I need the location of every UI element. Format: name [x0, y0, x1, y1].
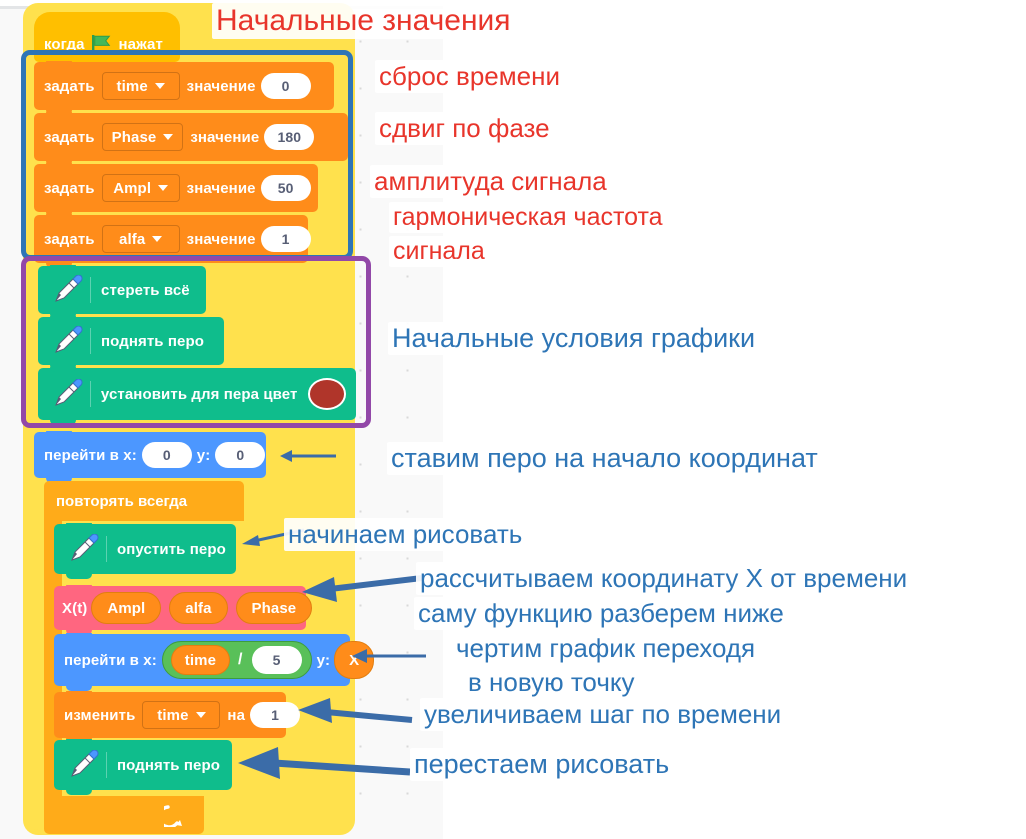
- arrow-to-goto-draw: [352, 649, 426, 663]
- operator-divide[interactable]: time / 5: [161, 641, 312, 679]
- variable-dropdown-time-change[interactable]: time: [142, 701, 221, 729]
- highlight-rect-graph-setup: [21, 256, 371, 428]
- divider: [106, 752, 107, 778]
- variable-name: time: [157, 706, 189, 724]
- divisor-input[interactable]: 5: [251, 646, 302, 674]
- argument-reporter-ampl[interactable]: Ampl: [91, 592, 162, 624]
- variable-block-change-time[interactable]: изменить time на 1: [54, 691, 301, 743]
- annotation-initial-graph-conditions: Начальные условия графики: [388, 322, 760, 355]
- custom-block-name: X(t): [62, 599, 88, 617]
- divide-symbol: /: [238, 651, 243, 668]
- arrow-to-custom-block: [302, 575, 423, 602]
- forever-label: повторять всегда: [56, 492, 188, 510]
- annotation-calc-x: рассчитываем координату X от времени: [416, 562, 912, 595]
- annotation-reset-time: сброс времени: [375, 60, 564, 93]
- annotation-phase-shift: сдвиг по фазе: [375, 112, 554, 145]
- pen-icon: [71, 750, 99, 777]
- goto-y-label: y:: [196, 446, 211, 464]
- annotation-title: Начальные значения: [212, 3, 515, 39]
- goto-y-input[interactable]: 0: [215, 442, 266, 468]
- variable-reporter-time[interactable]: time: [170, 645, 231, 675]
- annotation-draw-graph-1: чертим график переходя: [452, 632, 760, 665]
- change-by-label: на: [227, 706, 246, 724]
- motion-block-goto-origin[interactable]: перейти в x: 0 y: 0: [34, 431, 266, 483]
- change-verb: изменить: [64, 706, 136, 724]
- annotation-amplitude: амплитуда сигнала: [370, 165, 611, 198]
- arrow-to-goto-origin: [280, 450, 336, 462]
- forever-header: повторять всегда: [44, 481, 244, 521]
- goto-label: перейти в x:: [64, 651, 157, 669]
- control-block-forever[interactable]: повторять всегда: [44, 481, 244, 834]
- pen-block-pen-down[interactable]: опустить перо: [54, 523, 236, 579]
- annotation-stop-drawing: перестаем рисовать: [410, 748, 674, 781]
- custom-block-call-x-of-t[interactable]: X(t) Ampl alfa Phase: [54, 585, 313, 635]
- annotation-start-drawing: начинаем рисовать: [284, 518, 527, 551]
- annotation-function-later: саму функцию разберем ниже: [414, 597, 788, 630]
- divider: [106, 536, 107, 562]
- annotation-time-step: увеличиваем шаг по времени: [420, 698, 786, 731]
- arrow-to-pen-up: [238, 747, 411, 779]
- goto-x-input[interactable]: 0: [141, 442, 192, 468]
- annotation-draw-graph-2: в новую точку: [464, 666, 639, 699]
- forever-footer: [44, 796, 204, 834]
- goto-y-label: y:: [316, 651, 331, 669]
- annotation-harmonic-2: сигнала: [389, 236, 489, 267]
- loop-arrow-icon: [164, 805, 182, 827]
- chevron-down-icon: [195, 712, 206, 718]
- pen-up-label: поднять перо: [117, 756, 221, 774]
- goto-label: перейти в x:: [44, 446, 137, 464]
- motion-block-goto-draw[interactable]: перейти в x: time / 5 y: X: [54, 633, 375, 691]
- annotation-harmonic-1: гармоническая частота: [389, 202, 667, 233]
- pen-down-label: опустить перо: [117, 540, 226, 558]
- highlight-rect-initial-values: [21, 50, 353, 260]
- arrow-to-change-time: [298, 698, 413, 723]
- pen-block-pen-up-loop[interactable]: поднять перо: [54, 739, 232, 795]
- argument-reporter-alfa[interactable]: alfa: [169, 592, 228, 624]
- annotation-pen-to-origin: ставим перо на начало координат: [387, 442, 822, 475]
- pen-icon: [71, 534, 99, 561]
